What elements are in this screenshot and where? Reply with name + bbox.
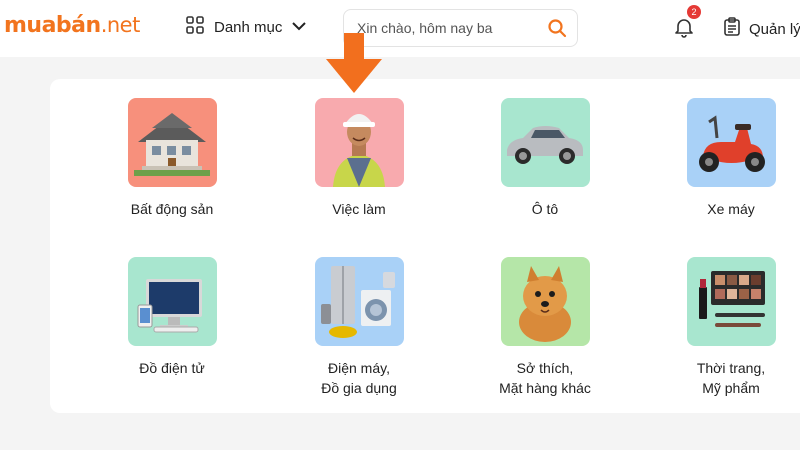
category-label-line-1: Bất động sản bbox=[130, 201, 214, 217]
dog-icon bbox=[500, 257, 590, 346]
category-label-line-1: Đồ điện tử bbox=[139, 360, 205, 376]
category-menu-button[interactable]: Danh mục bbox=[186, 15, 307, 39]
grid-icon bbox=[186, 15, 204, 39]
logo-suffix-text: .net bbox=[100, 13, 141, 37]
category-label: Điện máy, Đồ gia dụng bbox=[289, 358, 429, 398]
category-label-line-2: Mặt hàng khác bbox=[499, 380, 591, 396]
category-label-line-2: Đồ gia dụng bbox=[321, 380, 397, 396]
house-icon bbox=[127, 98, 217, 187]
category-real-estate[interactable]: Bất động sản bbox=[102, 98, 242, 219]
category-label-line-1: Sở thích, bbox=[516, 360, 574, 376]
top-header: muabán.net Danh mục 2 bbox=[0, 0, 800, 57]
search-icon[interactable] bbox=[547, 18, 567, 38]
category-label: Thời trang, Mỹ phẩm bbox=[661, 358, 800, 398]
category-label-line-1: Việc làm bbox=[332, 201, 386, 217]
category-label: Bất động sản bbox=[102, 199, 242, 219]
category-fashion[interactable]: Thời trang, Mỹ phẩm bbox=[661, 257, 800, 398]
category-label: Đồ điện tử bbox=[102, 358, 242, 378]
cosmetics-icon bbox=[686, 257, 776, 346]
category-menu-label: Danh mục bbox=[214, 18, 283, 36]
category-label: Việc làm bbox=[289, 199, 429, 219]
arrow-down-icon bbox=[324, 33, 384, 100]
category-label-line-1: Xe máy bbox=[707, 201, 755, 217]
site-logo[interactable]: muabán.net bbox=[4, 13, 140, 38]
search-input[interactable] bbox=[357, 20, 537, 36]
car-icon bbox=[500, 98, 590, 187]
category-cars[interactable]: Ô tô bbox=[475, 98, 615, 219]
category-motorbikes[interactable]: Xe máy bbox=[661, 98, 800, 219]
chevron-down-icon bbox=[292, 18, 307, 36]
category-electronics[interactable]: Đồ điện tử bbox=[102, 257, 242, 378]
category-label: Xe máy bbox=[661, 199, 800, 219]
category-label: Sở thích, Mặt hàng khác bbox=[475, 358, 615, 398]
category-label-line-1: Điện máy, bbox=[328, 360, 390, 376]
manage-label: Quản lý bbox=[749, 21, 800, 38]
appliances-icon bbox=[314, 257, 404, 346]
category-label-line-1: Thời trang, bbox=[696, 360, 766, 376]
category-label: Ô tô bbox=[475, 199, 615, 219]
notification-count-badge: 2 bbox=[687, 5, 701, 19]
clipboard-icon bbox=[722, 17, 742, 42]
category-hobbies[interactable]: Sở thích, Mặt hàng khác bbox=[475, 257, 615, 398]
category-label-line-1: Ô tô bbox=[531, 201, 559, 217]
scooter-icon bbox=[686, 98, 776, 187]
category-appliances[interactable]: Điện máy, Đồ gia dụng bbox=[289, 257, 429, 398]
manage-button[interactable]: Quản lý bbox=[722, 17, 800, 42]
logo-main-text: muabán bbox=[4, 13, 101, 38]
notification-bell-icon[interactable] bbox=[673, 16, 695, 43]
worker-icon bbox=[314, 98, 404, 187]
category-label-line-2: Mỹ phẩm bbox=[702, 380, 760, 396]
computer-icon bbox=[127, 257, 217, 346]
category-jobs[interactable]: Việc làm bbox=[289, 98, 429, 219]
